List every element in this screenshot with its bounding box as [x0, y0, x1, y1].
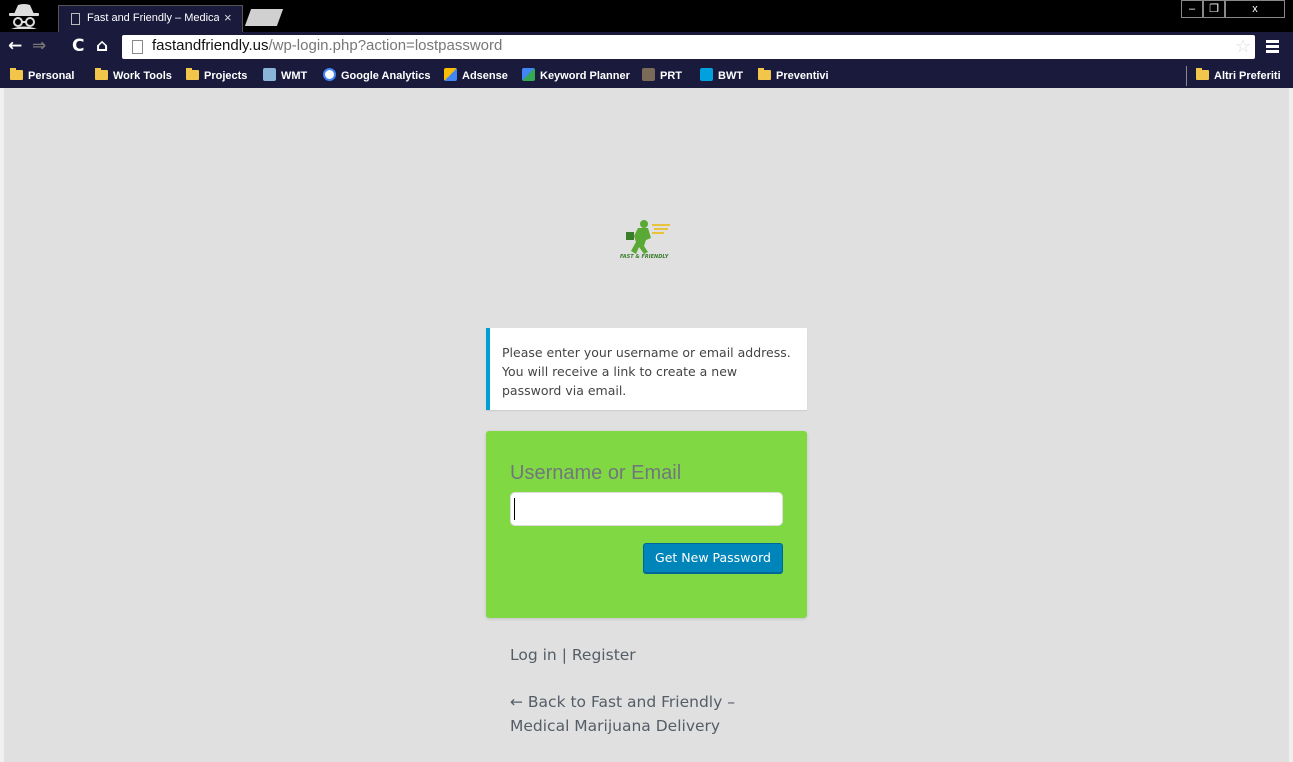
username-input[interactable]: [510, 492, 783, 526]
folder-icon: [95, 68, 108, 80]
page-icon: [71, 13, 80, 25]
bookmark-bwt[interactable]: BWT: [700, 68, 743, 84]
restore-button[interactable]: ❐: [1203, 0, 1225, 18]
incognito-icon: [9, 4, 39, 29]
google-icon: [323, 68, 336, 81]
lost-password-form: Username or Email Get New Password: [486, 431, 807, 618]
menu-icon[interactable]: [1266, 40, 1279, 53]
folder-icon: [186, 68, 199, 80]
info-message: Please enter your username or email addr…: [486, 328, 807, 410]
text-caret: [514, 498, 515, 520]
bookmark-adsense[interactable]: Adsense: [444, 68, 508, 84]
bookmark-preventivi[interactable]: Preventivi: [758, 68, 829, 84]
bookmark-other[interactable]: Altri Preferiti: [1196, 68, 1281, 84]
forward-arrow-icon[interactable]: ⇒: [32, 36, 46, 56]
webmaster-tools-icon: [263, 68, 276, 81]
bookmark-personal[interactable]: Personal: [10, 68, 74, 84]
bookmarks-bar: Personal Work Tools Projects WMT Google …: [0, 64, 1293, 88]
bookmark-work-tools[interactable]: Work Tools: [95, 68, 172, 84]
register-link[interactable]: Register: [572, 646, 636, 664]
page-edge-left: [0, 88, 4, 762]
back-to-site-link-wrapper: ← Back to Fast and Friendly – Medical Ma…: [510, 690, 780, 738]
tab-active[interactable]: Fast and Friendly – Medical Marijuana De…: [58, 5, 243, 32]
login-link[interactable]: Log in: [510, 646, 557, 664]
adwords-icon: [522, 68, 535, 81]
username-label: Username or Email: [510, 462, 682, 484]
bookmark-wmt[interactable]: WMT: [263, 68, 307, 84]
bookmark-separator: [1186, 66, 1187, 86]
url-text: fastandfriendly.us/wp-login.php?action=l…: [152, 37, 503, 54]
adsense-icon: [444, 68, 457, 81]
folder-icon: [758, 68, 771, 80]
tab-title: Fast and Friendly – Medical Marijuana De…: [87, 12, 219, 24]
address-bar[interactable]: fastandfriendly.us/wp-login.php?action=l…: [122, 35, 1255, 59]
home-icon[interactable]: ⌂: [96, 36, 108, 56]
info-message-text: Please enter your username or email addr…: [502, 345, 791, 398]
close-window-button[interactable]: x: [1225, 0, 1285, 18]
reload-icon[interactable]: C: [72, 36, 84, 56]
back-to-site-link[interactable]: ← Back to Fast and Friendly – Medical Ma…: [510, 693, 735, 735]
logo-text: FAST & FRIENDLY: [620, 254, 669, 260]
nav-separator: |: [561, 646, 567, 664]
folder-icon: [10, 68, 23, 80]
page-icon: [132, 40, 143, 54]
get-new-password-button[interactable]: Get New Password: [643, 543, 783, 573]
login-register-nav: Log in | Register: [510, 646, 636, 664]
minimize-button[interactable]: –: [1181, 0, 1203, 18]
folder-icon: [1196, 68, 1209, 80]
bookmark-google-analytics[interactable]: Google Analytics: [323, 68, 430, 84]
bookmark-projects[interactable]: Projects: [186, 68, 247, 84]
back-arrow-icon[interactable]: ←: [8, 36, 22, 56]
page-edge-right: [1289, 88, 1293, 762]
bing-icon: [700, 68, 713, 81]
tab-close-icon[interactable]: ×: [224, 10, 232, 25]
prt-icon: [642, 68, 655, 81]
new-tab-button[interactable]: [244, 9, 284, 26]
bookmark-prt[interactable]: PRT: [642, 68, 682, 84]
bookmark-keyword-planner[interactable]: Keyword Planner: [522, 68, 630, 84]
star-icon[interactable]: ☆: [1235, 36, 1251, 57]
